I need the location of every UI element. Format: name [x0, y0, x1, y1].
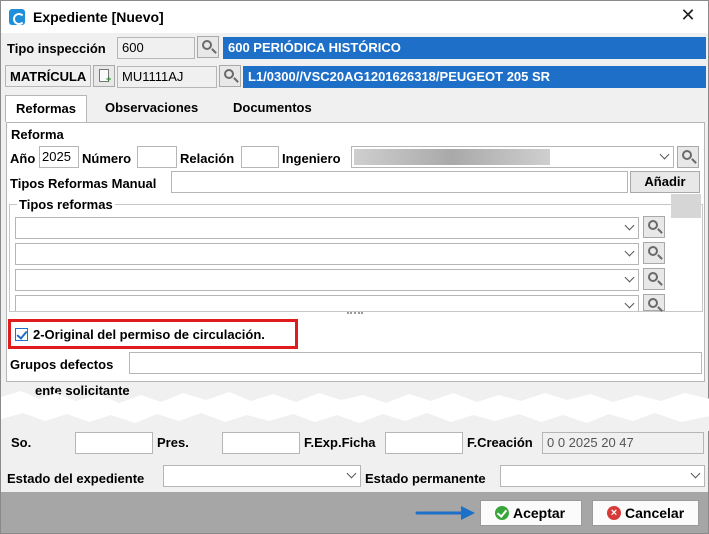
permiso-circulacion-label: 2-Original del permiso de circulación. [33, 327, 265, 342]
search-icon [648, 272, 658, 282]
numero-label: Número [82, 151, 132, 166]
chevron-down-icon [624, 246, 635, 257]
cancel-circle-icon: × [607, 506, 621, 520]
cancelar-button[interactable]: × Cancelar [592, 500, 699, 526]
relacion-label: Relación [180, 151, 235, 166]
f-creacion-field: 0 0 2025 20 47 [542, 432, 704, 454]
tipo-reforma-select-1[interactable] [15, 217, 639, 239]
aceptar-button[interactable]: Aceptar [480, 500, 582, 526]
pres-field[interactable] [222, 432, 300, 454]
tipo-inspeccion-code-field[interactable]: 600 [117, 37, 195, 59]
chevron-down-icon [659, 149, 670, 160]
anio-field[interactable]: 2025 [39, 146, 79, 168]
so-label: So. [11, 435, 32, 450]
matricula-label: MATRÍCULA [5, 65, 91, 87]
permiso-circulacion-checkbox[interactable] [15, 328, 28, 341]
scrollbar-thumb[interactable] [671, 194, 701, 218]
splitter-handle[interactable] [347, 312, 363, 316]
aceptar-label: Aceptar [513, 505, 566, 521]
tab-documentos[interactable]: Documentos [223, 95, 322, 122]
ingeniero-search-button[interactable] [677, 146, 699, 168]
chevron-down-icon [624, 272, 635, 283]
f-exp-ficha-label: F.Exp.Ficha [304, 435, 376, 450]
ingeniero-label: Ingeniero [282, 151, 341, 166]
arrow-right-icon [415, 506, 475, 520]
estado-permanente-select[interactable] [500, 465, 705, 487]
matricula-search-button[interactable] [219, 65, 241, 87]
tipo-reforma-search-4[interactable] [643, 294, 665, 311]
matricula-new-button[interactable] [93, 65, 115, 87]
tipo-reforma-select-2[interactable] [15, 243, 639, 265]
close-icon[interactable]: ✕ [677, 4, 699, 26]
tipo-inspeccion-label: Tipo inspección [7, 41, 106, 56]
torn-edge-divider [1, 391, 709, 431]
chevron-down-icon [346, 468, 357, 479]
tipo-reforma-search-2[interactable] [643, 242, 665, 264]
tipos-manual-label: Tipos Reformas Manual [10, 176, 157, 191]
app-logo-icon [9, 9, 25, 25]
permiso-circulacion-checkbox-row[interactable]: 2-Original del permiso de circulación. [8, 319, 298, 349]
grupos-defectos-label: Grupos defectos [10, 357, 114, 372]
so-field[interactable] [75, 432, 153, 454]
ingeniero-select[interactable] [351, 146, 674, 168]
reforma-group-label: Reforma [11, 127, 64, 142]
search-icon [648, 246, 658, 256]
window-title: Expediente [Nuevo] [33, 9, 164, 25]
grupos-defectos-field[interactable] [129, 352, 702, 374]
chevron-down-icon [624, 220, 635, 231]
tab-reformas[interactable]: Reformas [5, 95, 87, 122]
numero-field[interactable] [137, 146, 177, 168]
estado-permanente-label: Estado permanente [365, 471, 486, 486]
pres-label: Pres. [157, 435, 189, 450]
estado-expediente-label: Estado del expediente [7, 471, 145, 486]
anio-label: Año [10, 151, 36, 166]
anadir-button[interactable]: Añadir [630, 171, 700, 193]
chevron-down-icon [690, 468, 701, 479]
estado-expediente-select[interactable] [163, 465, 361, 487]
search-icon [202, 40, 212, 50]
search-icon [648, 220, 658, 230]
search-icon [648, 298, 658, 308]
vehicle-description: L1/0300//VSC20AG1201626318/PEUGEOT 205 S… [243, 66, 706, 88]
tipos-manual-field[interactable] [171, 171, 628, 193]
search-icon [224, 69, 234, 79]
chevron-down-icon [624, 298, 635, 309]
f-exp-ficha-field[interactable] [385, 432, 463, 454]
blurred-value [354, 149, 550, 165]
tipo-reforma-select-3[interactable] [15, 269, 639, 291]
tipo-search-button[interactable] [197, 36, 219, 58]
cancelar-label: Cancelar [625, 505, 685, 521]
f-creacion-label: F.Creación [467, 435, 533, 450]
check-circle-icon [495, 506, 509, 520]
dialog-window: Expediente [Nuevo] ✕ Tipo inspección 600… [0, 0, 709, 534]
new-document-icon [99, 69, 111, 84]
tipo-reforma-search-1[interactable] [643, 216, 665, 238]
tipo-inspeccion-description: 600 PERIÓDICA HISTÓRICO [223, 37, 706, 59]
relacion-field[interactable] [241, 146, 279, 168]
title-bar: Expediente [Nuevo] ✕ [1, 1, 708, 33]
tipos-reformas-label: Tipos reformas [17, 197, 115, 212]
tipo-reforma-select-4[interactable] [15, 295, 639, 311]
tipo-reforma-search-3[interactable] [643, 268, 665, 290]
tab-observaciones[interactable]: Observaciones [95, 95, 208, 122]
search-icon [682, 150, 692, 160]
matricula-field[interactable]: MU1111AJ [117, 66, 217, 88]
